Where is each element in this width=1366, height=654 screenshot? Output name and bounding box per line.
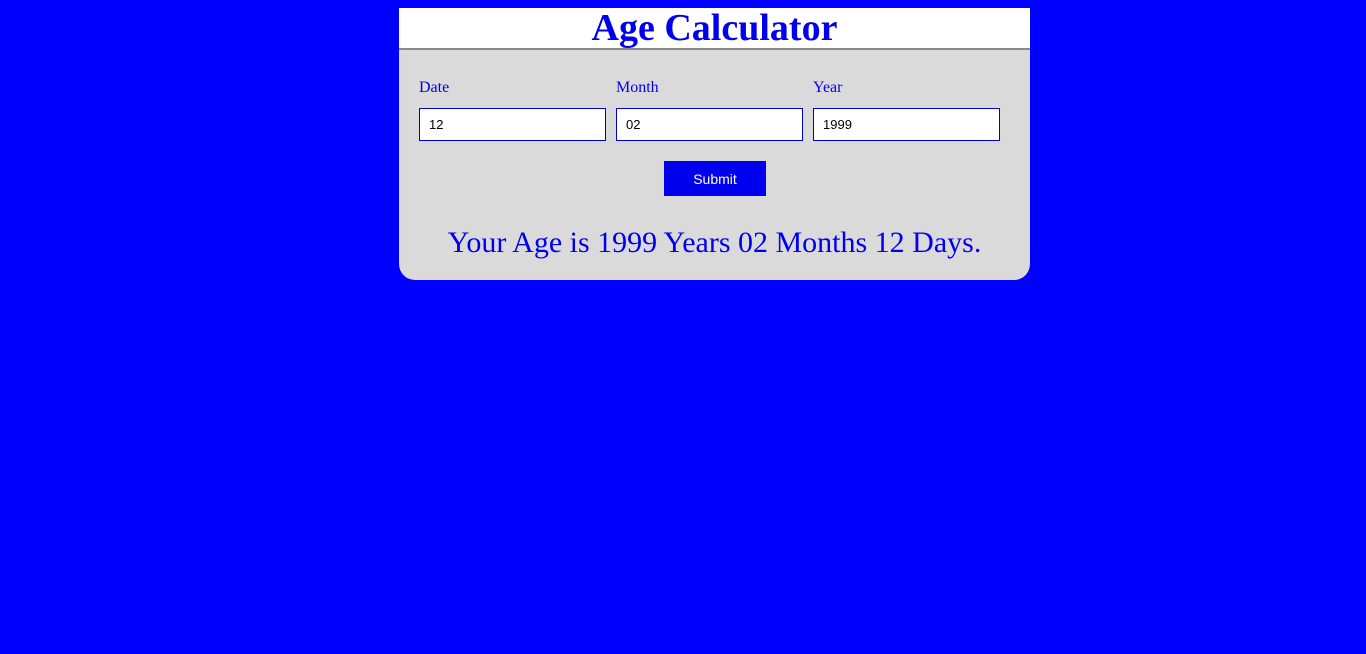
month-field-group: Month — [616, 78, 803, 141]
year-input[interactable] — [813, 108, 1000, 141]
date-input[interactable] — [419, 108, 606, 141]
age-result-text: Your Age is 1999 Years 02 Months 12 Days… — [447, 226, 982, 259]
age-calculator-card: Age Calculator Date Month Year Submit Yo… — [399, 8, 1030, 280]
page-title: Age Calculator — [591, 8, 838, 49]
month-label: Month — [616, 79, 659, 96]
year-field-group: Year — [813, 78, 1000, 141]
month-input[interactable] — [616, 108, 803, 141]
header-bar: Age Calculator — [399, 8, 1030, 50]
date-field-group: Date — [419, 78, 606, 141]
submit-button[interactable]: Submit — [664, 161, 766, 196]
date-label: Date — [419, 79, 450, 96]
year-label: Year — [813, 79, 843, 96]
